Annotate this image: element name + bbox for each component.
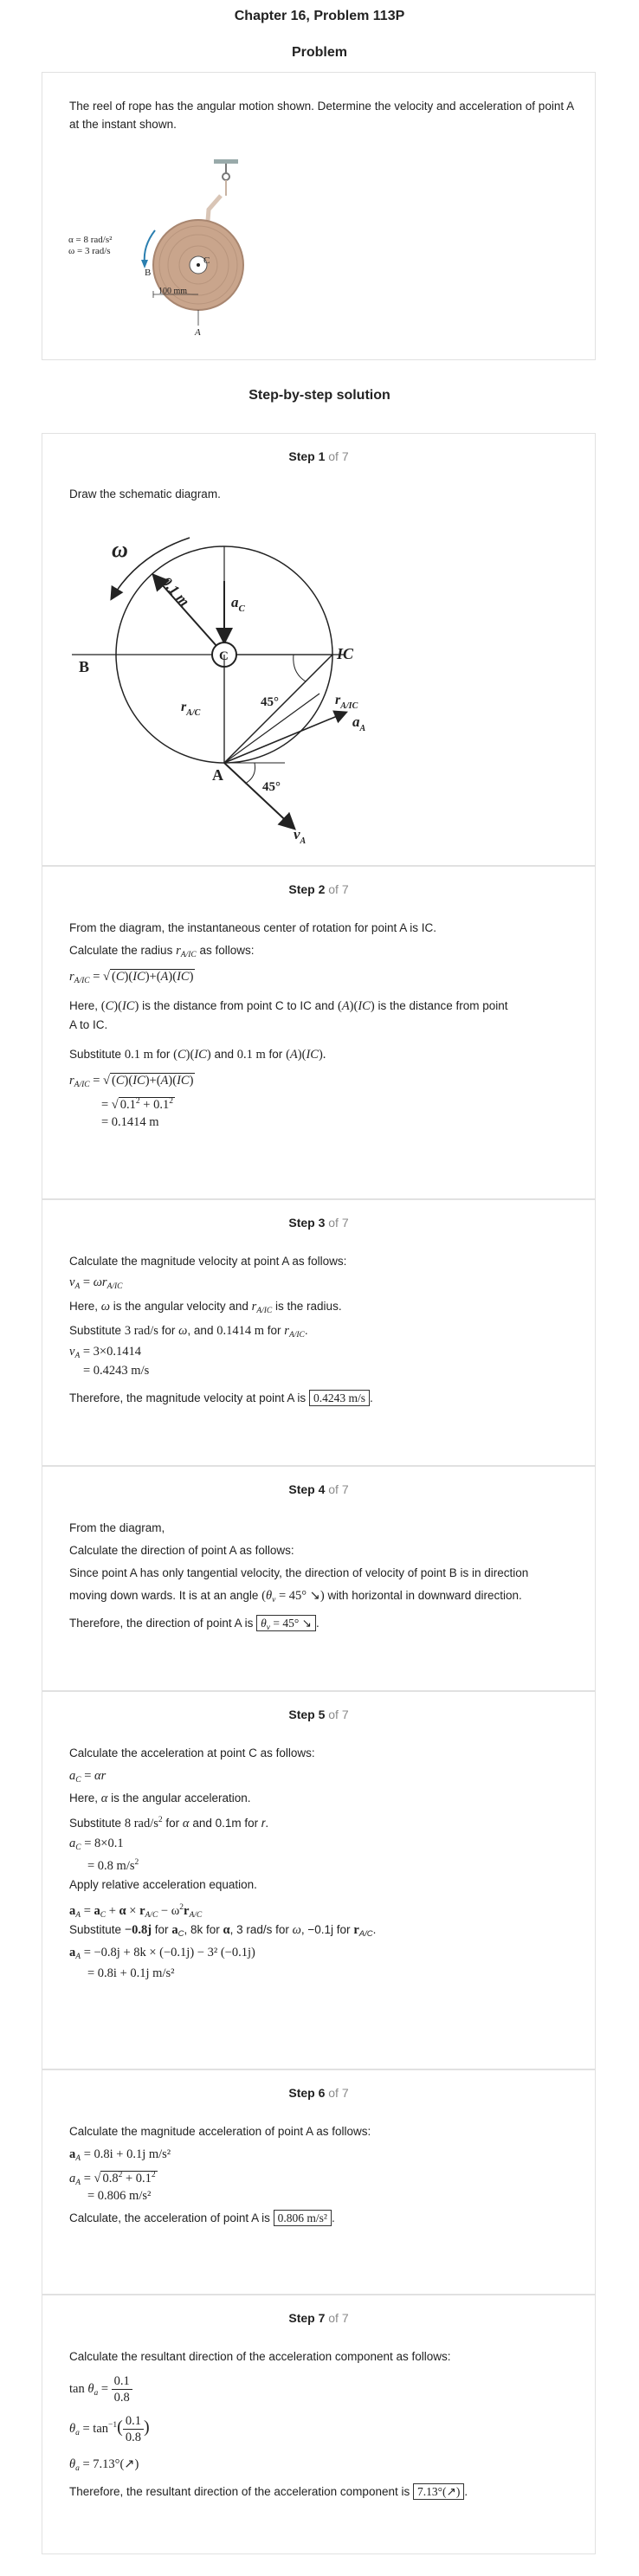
radius-label: 0.1 m xyxy=(158,573,193,609)
step-title: Step 2 of 7 xyxy=(288,882,349,896)
svg-text:B: B xyxy=(145,268,151,278)
omega-label: ω xyxy=(112,537,128,562)
step-title: Step 1 of 7 xyxy=(288,449,349,463)
answer-box: θv = 45° ↘ xyxy=(256,1615,316,1632)
step-card-4: Step 4 of 7 From the diagram, Calculate … xyxy=(42,1466,596,1691)
problem-heading: Problem xyxy=(291,45,347,60)
svg-text:α = 8 rad/s²: α = 8 rad/s² xyxy=(68,235,113,245)
svg-text:B: B xyxy=(79,658,89,675)
svg-text:rA/IC: rA/IC xyxy=(335,693,358,711)
step-text: Draw the schematic diagram. xyxy=(69,487,221,500)
step-card-7: Step 7 of 7 Calculate the resultant dire… xyxy=(42,2295,596,2554)
ceiling-support-icon xyxy=(214,159,238,164)
svg-text:A: A xyxy=(194,327,201,338)
svg-text:ω = 3 rad/s: ω = 3 rad/s xyxy=(68,246,111,256)
step-card-3: Step 3 of 7 Calculate the magnitude velo… xyxy=(42,1199,596,1466)
svg-text:45°: 45° xyxy=(262,780,281,794)
svg-text:aC: aC xyxy=(231,594,246,614)
answer-box: 7.13°(↗) xyxy=(413,2483,465,2500)
svg-text:C: C xyxy=(203,255,210,266)
step-card-6: Step 6 of 7 Calculate the magnitude acce… xyxy=(42,2069,596,2295)
step-card-5: Step 5 of 7 Calculate the acceleration a… xyxy=(42,1691,596,2069)
svg-text:aA: aA xyxy=(352,713,366,733)
step-card-1: Step 1 of 7 Draw the schematic diagram. xyxy=(42,433,596,866)
step-card-2: Step 2 of 7 From the diagram, the instan… xyxy=(42,866,596,1199)
svg-text:rA/C: rA/C xyxy=(181,700,201,718)
schematic-diagram: ω 0.1 m aC C B IC 45° rA/C rA/IC aA A 45… xyxy=(72,537,366,846)
answer-box: 0.806 m/s² xyxy=(273,2210,332,2226)
svg-text:A: A xyxy=(212,766,223,784)
svg-text:C: C xyxy=(219,649,229,663)
step-title: Step 3 of 7 xyxy=(288,1216,349,1230)
step-title: Step 6 of 7 xyxy=(288,2086,349,2100)
page-title: Chapter 16, Problem 113P xyxy=(234,9,405,23)
svg-text:IC: IC xyxy=(336,645,354,662)
svg-text:100 mm: 100 mm xyxy=(158,287,187,296)
reel-figure: α = 8 rad/s² ω = 3 rad/s B C 100 mm A xyxy=(68,159,244,338)
solution-heading: Step-by-step solution xyxy=(248,388,390,403)
svg-text:vA: vA xyxy=(294,826,307,846)
svg-text:45°: 45° xyxy=(261,695,279,709)
problem-text: The reel of rope has the angular motion … xyxy=(69,100,574,131)
step-title: Step 7 of 7 xyxy=(288,2311,349,2325)
problem-card: The reel of rope has the angular motion … xyxy=(42,72,596,360)
answer-box: 0.4243 m/s xyxy=(308,1390,370,1406)
step-title: Step 4 of 7 xyxy=(288,1482,349,1496)
step-title: Step 5 of 7 xyxy=(288,1708,349,1721)
